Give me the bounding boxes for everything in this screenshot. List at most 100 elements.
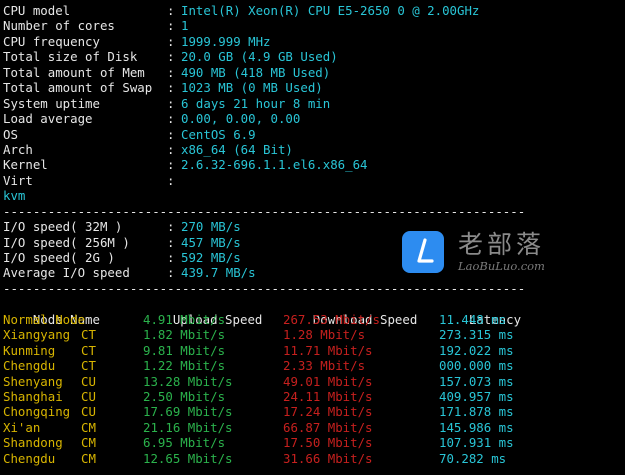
info-colon: :	[167, 64, 175, 80]
system-info-row: Total amount of Swap:1023 MB (0 MB Used)	[3, 80, 621, 95]
upload-speed: 9.81 Mbit/s	[143, 342, 226, 358]
virt-value: kvm	[3, 188, 26, 204]
latency: 70.282 ms	[439, 450, 507, 466]
node-name: Normal Node	[3, 312, 143, 327]
node-name: Chengdu CT	[3, 358, 143, 373]
info-value: x86_64 (64 Bit)	[181, 141, 293, 157]
laobuluo-logo-icon	[402, 231, 444, 273]
latency: 157.073 ms	[439, 373, 514, 389]
node-name: Shanghai CU	[3, 389, 143, 404]
download-speed: 17.24 Mbit/s	[283, 404, 373, 420]
node-name: Xiangyang CT	[3, 327, 143, 342]
download-speed: 31.66 Mbit/s	[283, 450, 373, 466]
info-value: 1023 MB (0 MB Used)	[181, 80, 323, 96]
latency: 145.986 ms	[439, 419, 514, 435]
node-location: Chongqing	[3, 404, 71, 420]
io-value: 592 MB/s	[181, 250, 241, 265]
node-name: Chongqing CU	[3, 404, 143, 419]
io-key: Average I/O speed	[3, 265, 130, 281]
system-info-row: Kernel:2.6.32-696.1.1.el6.x86_64	[3, 157, 621, 172]
info-key: CPU frequency	[3, 33, 100, 49]
latency: 171.878 ms	[439, 404, 514, 420]
info-value: 2.6.32-696.1.1.el6.x86_64	[181, 157, 368, 173]
node-isp: CM	[81, 450, 96, 466]
io-value: 439.7 MB/s	[181, 265, 256, 281]
node-name: Kunming CT	[3, 343, 143, 358]
node-isp: CM	[81, 435, 96, 451]
node-name: Shenyang CU	[3, 374, 143, 389]
info-value: 490 MB (418 MB Used)	[181, 64, 331, 80]
upload-speed: 2.50 Mbit/s	[143, 388, 226, 404]
io-colon: :	[167, 234, 175, 250]
node-location: Shandong	[3, 435, 63, 451]
separator-2: ----------------------------------------…	[3, 280, 526, 296]
latency: 273.315 ms	[439, 327, 514, 343]
table-row: Chengdu CT 1.22 Mbit/s 2.33 Mbit/s 000.000 m…	[3, 358, 621, 373]
table-row: Shanghai CU 2.50 Mbit/s 24.11 Mbit/s 409.957…	[3, 389, 621, 404]
info-key: System uptime	[3, 95, 100, 111]
watermark-title: 老部落	[458, 230, 546, 259]
download-speed: 267.53 Mbit/s	[283, 311, 380, 327]
node-isp: CU	[81, 373, 96, 389]
upload-speed: 4.91 Mbit/s	[143, 311, 226, 327]
info-key: Total amount of Swap	[3, 80, 153, 96]
io-colon: :	[167, 219, 175, 235]
node-name: Xi'an CM	[3, 420, 143, 435]
info-colon: :	[167, 111, 175, 127]
system-info-row: System uptime:6 days 21 hour 8 min	[3, 96, 621, 111]
upload-speed: 21.16 Mbit/s	[143, 419, 233, 435]
info-key: Number of cores	[3, 18, 115, 34]
info-key: Kernel	[3, 157, 48, 173]
download-speed: 24.11 Mbit/s	[283, 388, 373, 404]
info-colon: :	[167, 33, 175, 49]
info-colon: :	[167, 157, 175, 173]
info-colon: :	[167, 95, 175, 111]
node-isp: CM	[81, 419, 96, 435]
io-colon: :	[167, 250, 175, 265]
table-row: Xiangyang CT 1.82 Mbit/s 1.28 Mbit/s 273.315…	[3, 327, 621, 342]
download-speed: 49.01 Mbit/s	[283, 373, 373, 389]
download-speed: 66.87 Mbit/s	[283, 419, 373, 435]
upload-speed: 6.95 Mbit/s	[143, 435, 226, 451]
io-key: I/O speed( 32M )	[3, 219, 123, 235]
io-colon: :	[167, 265, 175, 281]
system-info-row: Virt:	[3, 173, 621, 188]
node-location: Chengdu	[3, 358, 56, 374]
info-colon: :	[167, 141, 175, 157]
table-row: Xi'an CM 21.16 Mbit/s 66.87 Mbit/s 145.986 m…	[3, 420, 621, 435]
watermark-subtitle: LaoBuLuo.com	[458, 259, 545, 273]
upload-speed: 17.69 Mbit/s	[143, 404, 233, 420]
node-location: Chengdu	[3, 450, 56, 466]
node-isp: CT	[81, 327, 96, 343]
watermark: 老部落 LaoBuLuo.com	[402, 231, 545, 273]
node-isp: CT	[81, 358, 96, 374]
latency: 000.000 ms	[439, 358, 514, 374]
table-row: Kunming CT 9.81 Mbit/s 11.71 Mbit/s 192.022 …	[3, 343, 621, 358]
info-key: Total size of Disk	[3, 49, 138, 65]
info-colon: :	[167, 126, 175, 142]
speed-table-header: Node Name Upload Speed Download Speed Laten…	[3, 296, 621, 327]
info-colon: :	[167, 18, 175, 34]
table-row: Shandong CM 6.95 Mbit/s 17.50 Mbit/s 107.931…	[3, 435, 621, 450]
system-info-row: CPU frequency:1999.999 MHz	[3, 34, 621, 49]
table-row: Chongqing CU 17.69 Mbit/s 17.24 Mbit/s 171.8…	[3, 404, 621, 419]
info-key: Virt	[3, 172, 33, 188]
system-info-section: CPU model: Intel(R) Xeon(R) CPU E5-2650 0…	[3, 3, 621, 188]
system-info-row: Arch: x86_64 (64 Bit)	[3, 142, 621, 157]
node-location: Shanghai	[3, 388, 63, 404]
io-value: 457 MB/s	[181, 234, 241, 250]
info-key: Arch	[3, 141, 33, 157]
io-key: I/O speed( 2G )	[3, 250, 115, 265]
info-value: 6 days 21 hour 8 min	[181, 95, 331, 111]
node-isp: CT	[81, 342, 96, 358]
upload-speed: 1.82 Mbit/s	[143, 327, 226, 343]
node-location: Normal Node	[3, 311, 86, 327]
info-value: 0.00, 0.00, 0.00	[181, 111, 301, 127]
system-info-row: Number of cores:1	[3, 18, 621, 33]
upload-speed: 13.28 Mbit/s	[143, 373, 233, 389]
info-key: Total amount of Mem	[3, 64, 145, 80]
upload-speed: 12.65 Mbit/s	[143, 450, 233, 466]
info-colon: :	[167, 80, 175, 96]
speed-table-body: Normal Node 4.91 Mbit/s 267.53 Mbit/s 11.44…	[3, 312, 621, 466]
table-row: Normal Node 4.91 Mbit/s 267.53 Mbit/s 11.44…	[3, 312, 621, 327]
